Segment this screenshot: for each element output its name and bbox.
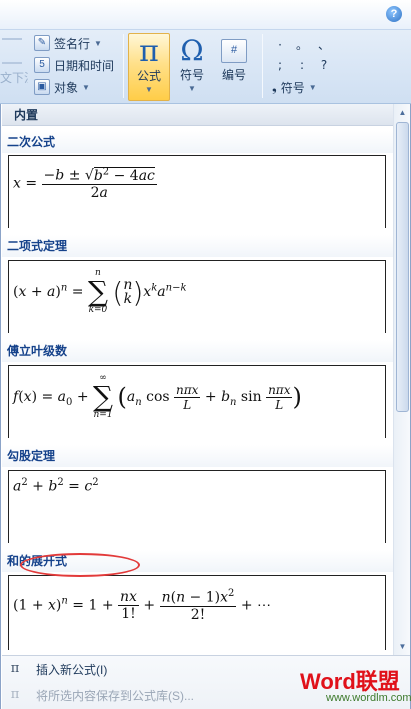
symbol-label: 符号 xyxy=(179,68,204,82)
equation-render: f(x) = a0 + ∞ ∑ n=1 (an cos nπx L + bn sin … xyxy=(13,373,302,420)
gallery-header: 内置 xyxy=(2,104,393,126)
omega-icon: Ω xyxy=(180,34,204,67)
special-symbol-button[interactable]: ❟ 符号 ▼ xyxy=(272,78,317,96)
gallery-category-title: 傅立叶级数 xyxy=(2,340,393,362)
gallery-category-title: 勾股定理 xyxy=(2,445,393,467)
chevron-down-icon: ▼ xyxy=(82,82,90,92)
signature-line-button[interactable]: ✎ 签名行 ▼ xyxy=(34,33,102,53)
datetime-button[interactable]: 5 日期和时间 xyxy=(34,55,114,75)
ribbon-separator xyxy=(123,34,124,98)
scroll-down-icon[interactable]: ▼ xyxy=(395,639,410,654)
watermark-url: www.wordlm.com xyxy=(326,692,411,704)
equation-pythagorean[interactable]: a2 + b2 = c2 xyxy=(8,470,386,543)
symbol-period[interactable]: 。 xyxy=(292,36,312,54)
equation-gallery: 内置 二次公式 x = −b ± √b2 − 4ac 2a 二项式定理 (x + … xyxy=(0,104,411,709)
equation-quadratic[interactable]: x = −b ± √b2 − 4ac 2a xyxy=(8,155,386,228)
equation-button[interactable]: π 公式 ▼ xyxy=(128,33,170,101)
scrollbar-thumb[interactable] xyxy=(396,122,409,412)
object-icon: ▣ xyxy=(34,79,50,95)
equation-render: (x + a)n = n ∑ k=0 (n k)xkan−k xyxy=(13,268,187,315)
ribbon-title-strip: ? xyxy=(0,0,411,30)
equation-fourier[interactable]: f(x) = a0 + ∞ ∑ n=1 (an cos nπx L + bn sin … xyxy=(8,365,386,438)
equation-binomial[interactable]: (x + a)n = n ∑ k=0 (n k)xkan−k xyxy=(8,260,386,333)
pi-icon: π xyxy=(10,661,20,676)
save-to-gallery-label: 将所选内容保存到公式库(S)... xyxy=(36,688,194,703)
dropcap-label[interactable]: 文下沉 xyxy=(0,69,28,87)
symbol-dot[interactable]: · xyxy=(270,36,290,54)
signature-label: 签名行 xyxy=(54,36,91,51)
object-button[interactable]: ▣ 对象 ▼ xyxy=(34,77,90,97)
gallery-category-title: 二次公式 xyxy=(2,131,393,153)
special-symbol-label: 符号 xyxy=(280,80,305,95)
help-icon[interactable]: ? xyxy=(386,6,402,22)
number-icon: # xyxy=(221,39,247,63)
number-label: 编号 xyxy=(221,68,246,82)
site-watermark: Word联盟 www.wordlm.com xyxy=(300,664,411,708)
equation-render: a2 + b2 = c2 xyxy=(13,477,99,495)
equation-expansion[interactable]: (1 + x)n = 1 + nx 1! + n(n − 1)x2 2! + ⋯ xyxy=(8,575,386,650)
number-button[interactable]: # 编号 xyxy=(214,33,254,101)
symbol-semicolon[interactable]: ; xyxy=(270,56,290,74)
insert-new-equation-item[interactable]: π 插入新公式(I) xyxy=(8,658,108,680)
special-symbol-grid: · 。 、 ; : ? xyxy=(270,36,340,76)
symbol-button[interactable]: Ω 符号 ▼ xyxy=(172,33,212,101)
equation-render: (1 + x)n = 1 + nx 1! + n(n − 1)x2 2! + ⋯ xyxy=(13,588,272,623)
insert-new-equation-label: 插入新公式(I) xyxy=(36,662,108,677)
ribbon: ? 文下沉 ✎ 签名行 ▼ 5 日期和时间 ▣ 对象 ▼ π 公式 ▼ Ω 符号… xyxy=(0,0,411,104)
save-gallery-icon: π xyxy=(10,687,20,702)
chevron-down-icon: ▼ xyxy=(308,82,317,92)
object-label: 对象 xyxy=(54,80,79,95)
pi-icon: π xyxy=(139,34,159,69)
symbol-question[interactable]: ? xyxy=(314,56,334,74)
chevron-down-icon: ▼ xyxy=(188,84,196,93)
gallery-scrollbar[interactable]: ▲ ▼ xyxy=(393,104,410,655)
gallery-category-title: 二项式定理 xyxy=(2,235,393,257)
annotation-ring xyxy=(20,553,140,577)
equation-render: x = −b ± √b2 − 4ac 2a xyxy=(13,166,157,201)
signature-icon: ✎ xyxy=(34,35,50,51)
save-to-gallery-item[interactable]: π 将所选内容保存到公式库(S)... xyxy=(8,684,194,706)
chevron-down-icon: ▼ xyxy=(94,38,102,48)
scroll-up-icon[interactable]: ▲ xyxy=(395,105,410,120)
symbol-colon[interactable]: : xyxy=(292,56,312,74)
symbol-comma[interactable]: 、 xyxy=(314,36,334,54)
ribbon-separator xyxy=(262,34,263,98)
datetime-label: 日期和时间 xyxy=(54,58,115,73)
equation-label: 公式 xyxy=(136,69,161,83)
calendar-icon: 5 xyxy=(34,57,50,73)
chevron-down-icon: ▼ xyxy=(145,85,153,94)
comma-icon: ❟ xyxy=(272,79,277,94)
dropcap-icon xyxy=(2,38,22,64)
